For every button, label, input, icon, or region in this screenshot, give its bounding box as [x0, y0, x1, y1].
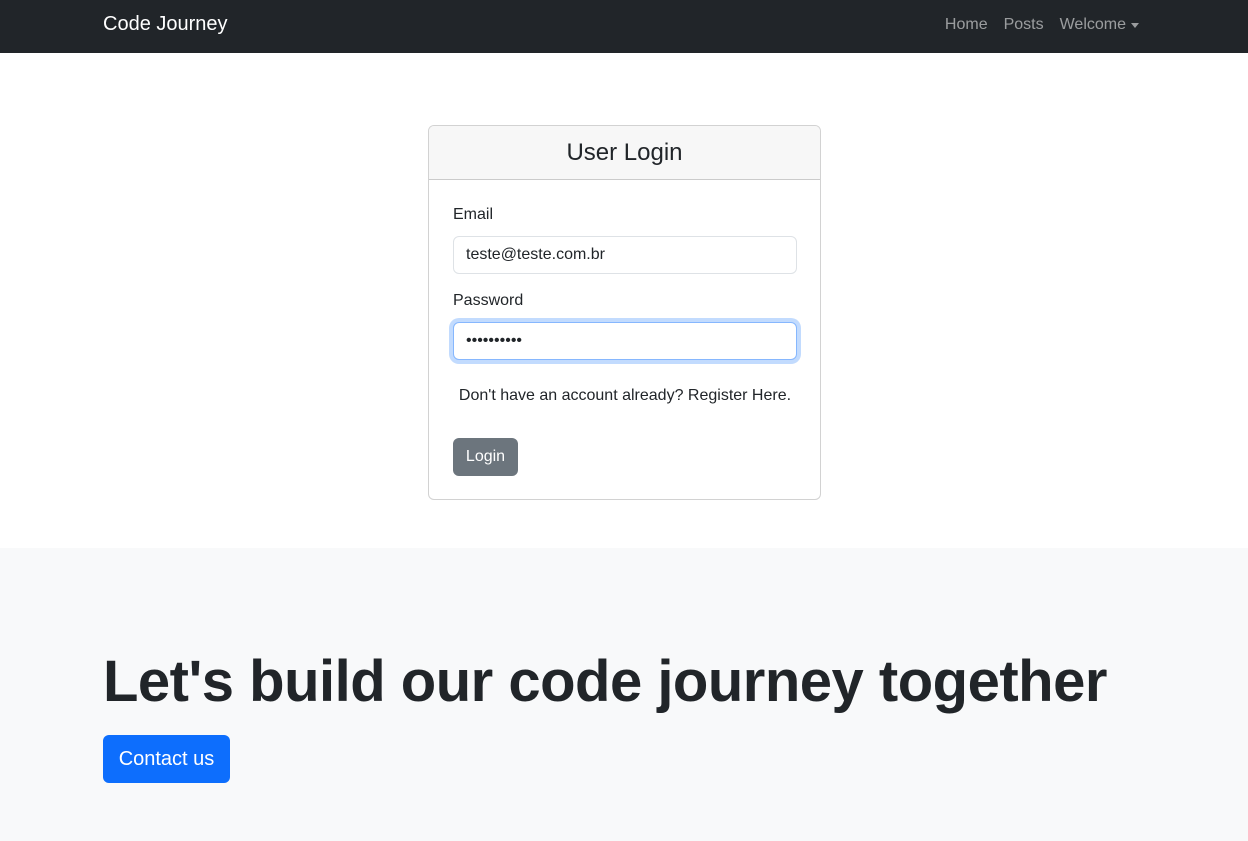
login-card: User Login Email Password Don't have an …	[428, 125, 821, 500]
contact-us-button[interactable]: Contact us	[103, 735, 230, 783]
hero-section: Let's build our code journey together Co…	[0, 548, 1248, 841]
hero-title: Let's build our code journey together	[103, 649, 1107, 714]
register-link[interactable]: Don't have an account already? Register …	[453, 384, 797, 408]
password-input[interactable]	[453, 322, 797, 360]
email-label: Email	[453, 206, 494, 223]
nav-home-label: Home	[944, 16, 988, 33]
caret-down-icon	[1131, 22, 1139, 28]
top-navbar: Code Journey Home Posts Welcome	[0, 0, 1248, 53]
nav-welcome-label: Welcome	[1059, 16, 1126, 33]
brand-link[interactable]: Code Journey	[103, 13, 228, 36]
nav-welcome-dropdown[interactable]: Welcome	[1060, 16, 1139, 34]
nav-posts-label: Posts	[1003, 16, 1044, 33]
nav-links: Home Posts Welcome	[945, 16, 1139, 34]
password-label: Password	[453, 292, 524, 309]
nav-posts-link[interactable]: Posts	[1004, 16, 1044, 34]
login-button[interactable]: Login	[453, 438, 518, 476]
email-input[interactable]	[453, 236, 797, 274]
nav-home-link[interactable]: Home	[945, 16, 988, 34]
login-card-title: User Login	[429, 126, 820, 180]
